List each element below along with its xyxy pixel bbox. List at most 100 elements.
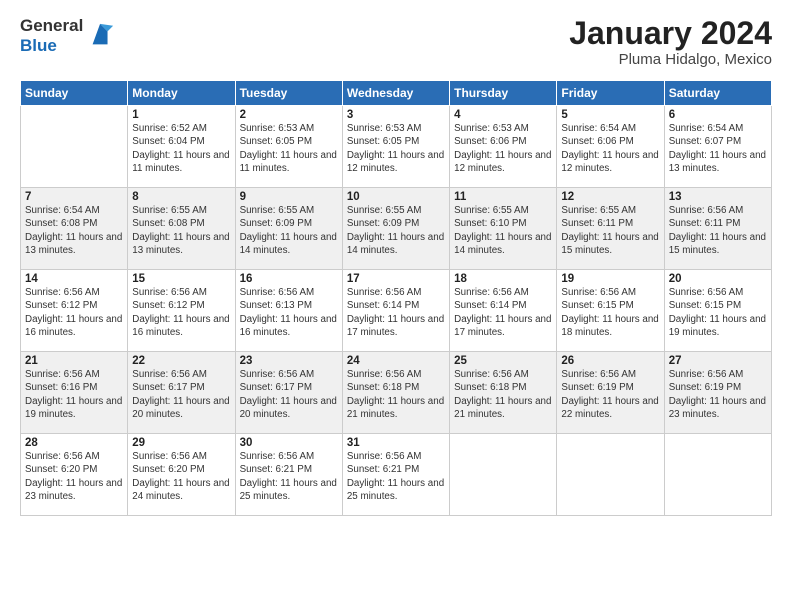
cell-info: Sunrise: 6:56 AMSunset: 6:12 PMDaylight:… bbox=[132, 287, 229, 338]
col-header-friday: Friday bbox=[557, 81, 664, 106]
cell-info: Sunrise: 6:56 AMSunset: 6:21 PMDaylight:… bbox=[347, 451, 444, 502]
cell-info: Sunrise: 6:56 AMSunset: 6:19 PMDaylight:… bbox=[669, 369, 766, 420]
col-header-thursday: Thursday bbox=[450, 81, 557, 106]
cell-info: Sunrise: 6:56 AMSunset: 6:18 PMDaylight:… bbox=[347, 369, 444, 420]
calendar-cell: 1 Sunrise: 6:52 AMSunset: 6:04 PMDaylight… bbox=[128, 106, 235, 188]
day-number: 8 bbox=[132, 191, 230, 203]
calendar-cell: 27 Sunrise: 6:56 AMSunset: 6:19 PMDayligh… bbox=[664, 352, 771, 434]
day-number: 10 bbox=[347, 191, 445, 203]
calendar-cell: 24 Sunrise: 6:56 AMSunset: 6:18 PMDayligh… bbox=[342, 352, 449, 434]
day-number: 20 bbox=[669, 273, 767, 285]
calendar-cell: 9Sunrise: 6:55 AMSunset: 6:09 PMDaylight… bbox=[235, 188, 342, 270]
calendar-title: January 2024 bbox=[569, 16, 772, 51]
calendar-cell bbox=[450, 434, 557, 516]
calendar-cell: 18Sunrise: 6:56 AMSunset: 6:14 PMDayligh… bbox=[450, 270, 557, 352]
day-number: 7 bbox=[25, 191, 123, 203]
calendar-cell: 20 Sunrise: 6:56 AMSunset: 6:15 PMDayligh… bbox=[664, 270, 771, 352]
cell-info: Sunrise: 6:53 AMSunset: 6:05 PMDaylight:… bbox=[240, 123, 337, 174]
cell-info: Sunrise: 6:54 AMSunset: 6:06 PMDaylight:… bbox=[561, 123, 658, 174]
cell-info: Sunrise: 6:56 AMSunset: 6:15 PMDaylight:… bbox=[669, 287, 766, 338]
day-number: 3 bbox=[347, 109, 445, 121]
calendar-cell: 14 Sunrise: 6:56 AMSunset: 6:12 PMDayligh… bbox=[21, 270, 128, 352]
calendar-cell: 17 Sunrise: 6:56 AMSunset: 6:14 PMDayligh… bbox=[342, 270, 449, 352]
calendar-cell: 6 Sunrise: 6:54 AMSunset: 6:07 PMDaylight… bbox=[664, 106, 771, 188]
cell-info: Sunrise: 6:55 AMSunset: 6:10 PMDaylight:… bbox=[454, 205, 551, 256]
logo-blue: Blue bbox=[20, 36, 83, 56]
cell-info: Sunrise: 6:53 AMSunset: 6:05 PMDaylight:… bbox=[347, 123, 444, 174]
cell-info: Sunrise: 6:56 AMSunset: 6:12 PMDaylight:… bbox=[25, 287, 122, 338]
calendar-cell: 19Sunrise: 6:56 AMSunset: 6:15 PMDayligh… bbox=[557, 270, 664, 352]
title-block: January 2024 Pluma Hidalgo, Mexico bbox=[569, 16, 772, 68]
calendar-cell: 10 Sunrise: 6:55 AMSunset: 6:09 PMDayligh… bbox=[342, 188, 449, 270]
day-number: 1 bbox=[132, 109, 230, 121]
cell-info: Sunrise: 6:56 AMSunset: 6:16 PMDaylight:… bbox=[25, 369, 122, 420]
col-header-monday: Monday bbox=[128, 81, 235, 106]
calendar-cell: 25Sunrise: 6:56 AMSunset: 6:18 PMDayligh… bbox=[450, 352, 557, 434]
day-number: 26 bbox=[561, 355, 659, 367]
cell-info: Sunrise: 6:56 AMSunset: 6:14 PMDaylight:… bbox=[347, 287, 444, 338]
cell-info: Sunrise: 6:55 AMSunset: 6:09 PMDaylight:… bbox=[347, 205, 444, 256]
calendar-cell: 29Sunrise: 6:56 AMSunset: 6:20 PMDayligh… bbox=[128, 434, 235, 516]
cell-info: Sunrise: 6:56 AMSunset: 6:20 PMDaylight:… bbox=[25, 451, 122, 502]
calendar-cell: 2 Sunrise: 6:53 AMSunset: 6:05 PMDaylight… bbox=[235, 106, 342, 188]
cell-info: Sunrise: 6:56 AMSunset: 6:17 PMDaylight:… bbox=[132, 369, 229, 420]
cell-info: Sunrise: 6:55 AMSunset: 6:11 PMDaylight:… bbox=[561, 205, 658, 256]
day-number: 18 bbox=[454, 273, 552, 285]
cell-info: Sunrise: 6:52 AMSunset: 6:04 PMDaylight:… bbox=[132, 123, 229, 174]
calendar-cell: 30 Sunrise: 6:56 AMSunset: 6:21 PMDayligh… bbox=[235, 434, 342, 516]
calendar-cell: 22 Sunrise: 6:56 AMSunset: 6:17 PMDayligh… bbox=[128, 352, 235, 434]
day-number: 13 bbox=[669, 191, 767, 203]
calendar-cell bbox=[557, 434, 664, 516]
calendar-cell bbox=[664, 434, 771, 516]
calendar-cell: 8 Sunrise: 6:55 AMSunset: 6:08 PMDaylight… bbox=[128, 188, 235, 270]
day-number: 21 bbox=[25, 355, 123, 367]
calendar-table: SundayMondayTuesdayWednesdayThursdayFrid… bbox=[20, 80, 772, 516]
calendar-cell: 13 Sunrise: 6:56 AMSunset: 6:11 PMDayligh… bbox=[664, 188, 771, 270]
day-number: 6 bbox=[669, 109, 767, 121]
day-number: 22 bbox=[132, 355, 230, 367]
calendar-cell: 5Sunrise: 6:54 AMSunset: 6:06 PMDaylight… bbox=[557, 106, 664, 188]
day-number: 28 bbox=[25, 437, 123, 449]
col-header-wednesday: Wednesday bbox=[342, 81, 449, 106]
cell-info: Sunrise: 6:56 AMSunset: 6:19 PMDaylight:… bbox=[561, 369, 658, 420]
day-number: 2 bbox=[240, 109, 338, 121]
page: General Blue January 2024 Pluma Hidalgo,… bbox=[0, 0, 792, 612]
logo-icon bbox=[87, 22, 115, 50]
calendar-subtitle: Pluma Hidalgo, Mexico bbox=[569, 51, 772, 68]
calendar-cell: 3 Sunrise: 6:53 AMSunset: 6:05 PMDaylight… bbox=[342, 106, 449, 188]
col-header-sunday: Sunday bbox=[21, 81, 128, 106]
logo: General Blue bbox=[20, 16, 115, 55]
cell-info: Sunrise: 6:53 AMSunset: 6:06 PMDaylight:… bbox=[454, 123, 551, 174]
day-number: 4 bbox=[454, 109, 552, 121]
cell-info: Sunrise: 6:56 AMSunset: 6:17 PMDaylight:… bbox=[240, 369, 337, 420]
cell-info: Sunrise: 6:56 AMSunset: 6:15 PMDaylight:… bbox=[561, 287, 658, 338]
calendar-cell: 21 Sunrise: 6:56 AMSunset: 6:16 PMDayligh… bbox=[21, 352, 128, 434]
calendar-cell: 4 Sunrise: 6:53 AMSunset: 6:06 PMDaylight… bbox=[450, 106, 557, 188]
day-number: 15 bbox=[132, 273, 230, 285]
cell-info: Sunrise: 6:56 AMSunset: 6:13 PMDaylight:… bbox=[240, 287, 337, 338]
day-number: 14 bbox=[25, 273, 123, 285]
cell-info: Sunrise: 6:56 AMSunset: 6:11 PMDaylight:… bbox=[669, 205, 766, 256]
cell-info: Sunrise: 6:56 AMSunset: 6:21 PMDaylight:… bbox=[240, 451, 337, 502]
header: General Blue January 2024 Pluma Hidalgo,… bbox=[20, 16, 772, 68]
day-number: 12 bbox=[561, 191, 659, 203]
day-number: 30 bbox=[240, 437, 338, 449]
calendar-cell bbox=[21, 106, 128, 188]
day-number: 11 bbox=[454, 191, 552, 203]
calendar-cell: 23 Sunrise: 6:56 AMSunset: 6:17 PMDayligh… bbox=[235, 352, 342, 434]
calendar-cell: 11 Sunrise: 6:55 AMSunset: 6:10 PMDayligh… bbox=[450, 188, 557, 270]
cell-info: Sunrise: 6:54 AMSunset: 6:07 PMDaylight:… bbox=[669, 123, 766, 174]
cell-info: Sunrise: 6:55 AMSunset: 6:08 PMDaylight:… bbox=[132, 205, 229, 256]
day-number: 17 bbox=[347, 273, 445, 285]
calendar-cell: 31Sunrise: 6:56 AMSunset: 6:21 PMDayligh… bbox=[342, 434, 449, 516]
day-number: 23 bbox=[240, 355, 338, 367]
col-header-saturday: Saturday bbox=[664, 81, 771, 106]
day-number: 29 bbox=[132, 437, 230, 449]
calendar-cell: 28 Sunrise: 6:56 AMSunset: 6:20 PMDayligh… bbox=[21, 434, 128, 516]
col-header-tuesday: Tuesday bbox=[235, 81, 342, 106]
day-number: 24 bbox=[347, 355, 445, 367]
calendar-cell: 12 Sunrise: 6:55 AMSunset: 6:11 PMDayligh… bbox=[557, 188, 664, 270]
cell-info: Sunrise: 6:56 AMSunset: 6:18 PMDaylight:… bbox=[454, 369, 551, 420]
calendar-cell: 26 Sunrise: 6:56 AMSunset: 6:19 PMDayligh… bbox=[557, 352, 664, 434]
day-number: 27 bbox=[669, 355, 767, 367]
